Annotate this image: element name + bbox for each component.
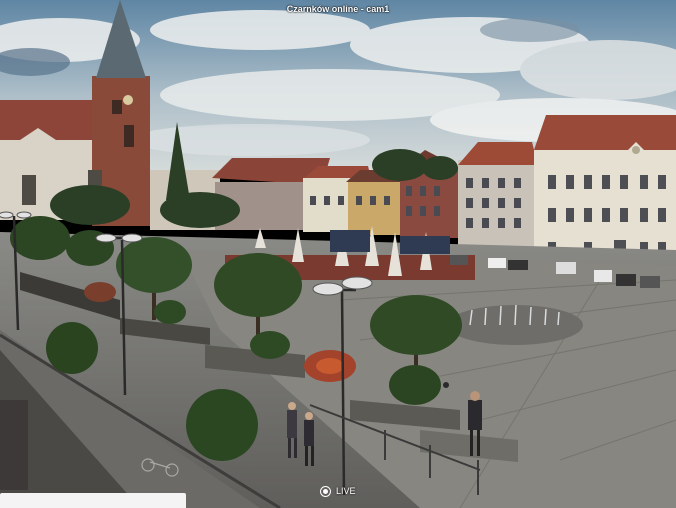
- fountain: [447, 304, 583, 345]
- camera-title: Czarnków online - cam1: [286, 4, 390, 14]
- webcam-stage: Czarnków online - cam1 LIVE: [0, 0, 676, 508]
- live-label: LIVE: [336, 486, 356, 496]
- player-control-bar[interactable]: [0, 493, 186, 508]
- live-indicator[interactable]: LIVE: [320, 484, 356, 498]
- webcam-video-frame: [0, 0, 676, 508]
- live-record-icon: [320, 485, 331, 497]
